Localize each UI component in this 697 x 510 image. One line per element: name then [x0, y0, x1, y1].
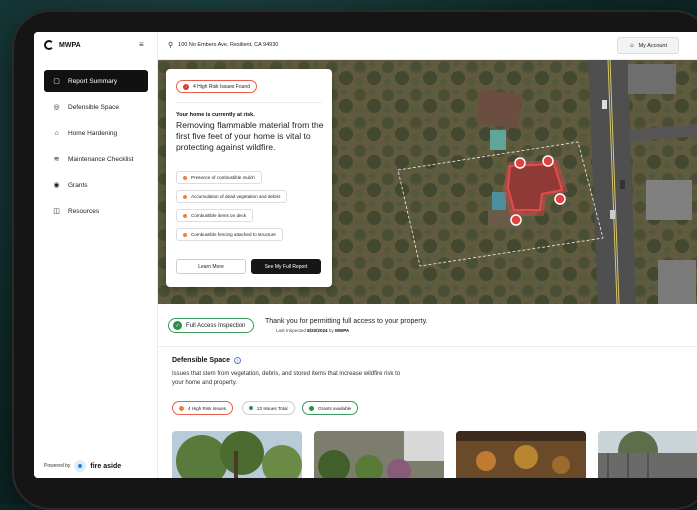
sidebar-item-label: Report Summary	[68, 77, 118, 85]
brand-logo-icon	[44, 40, 54, 50]
issue-item: Combustible items on deck	[176, 209, 254, 222]
warning-dot-icon	[183, 175, 187, 180]
sidebar-item-resources[interactable]: ◫ Resources	[44, 200, 148, 222]
top-header: ⚲ 100 No Embers Ave, Resilient, CA 94930…	[158, 32, 697, 60]
my-account-label: My Account	[638, 42, 668, 49]
photo-thumbnail[interactable]	[598, 431, 697, 478]
full-access-badge: ✓ Full Access Inspection	[168, 318, 255, 333]
chip-label: 22 Issues Total	[257, 405, 288, 411]
brand-name: MWPA	[59, 41, 81, 49]
sidebar-item-grants[interactable]: ◉ Grants	[44, 174, 148, 196]
brand[interactable]: MWPA	[44, 40, 81, 50]
sidebar-item-label: Home Hardening	[68, 129, 118, 137]
my-account-button[interactable]: ☺ My Account	[617, 37, 679, 54]
sidebar-item-label: Maintenance Checklist	[68, 155, 134, 163]
document-icon: ▢	[53, 78, 60, 85]
powered-by: Powered by fire aside	[44, 460, 121, 472]
grant-badge-icon	[309, 405, 314, 411]
fence-photo	[598, 431, 697, 478]
risk-summary-card: ! 4 High Risk Issues Found Your home is …	[166, 69, 332, 287]
issue-label: Combustible items on deck	[191, 213, 247, 218]
chip-grants-available[interactable]: Grants available	[302, 401, 359, 415]
risk-marker[interactable]	[542, 155, 554, 167]
chip-high-risk[interactable]: 4 High Risk Issues	[172, 401, 234, 415]
fire-aside-logo-icon	[74, 460, 87, 472]
learn-more-button[interactable]: Learn More	[176, 259, 246, 274]
risk-marker[interactable]	[554, 193, 566, 205]
sliders-icon: ≋	[53, 156, 60, 163]
photo-thumbnail[interactable]	[172, 431, 302, 478]
check-icon: ✓	[173, 321, 182, 330]
high-risk-badge-label: 4 High Risk Issues Found	[193, 83, 250, 90]
sidebar-item-report-summary[interactable]: ▢ Report Summary	[44, 70, 148, 92]
risk-marker[interactable]	[514, 157, 526, 169]
target-icon: ◎	[53, 104, 60, 111]
warning-dot-icon	[183, 213, 187, 218]
issue-label: Combustible fencing attached to structur…	[191, 232, 276, 237]
chip-label: Grants available	[318, 405, 352, 411]
sidebar: MWPA ≡ ▢ Report Summary ◎ Defensible Spa…	[34, 32, 158, 478]
access-title: Thank you for permitting full access to …	[265, 318, 428, 325]
issue-item: Combustible fencing attached to structur…	[176, 228, 283, 241]
green-dot-icon	[249, 406, 253, 410]
sidebar-item-maintenance-checklist[interactable]: ≋ Maintenance Checklist	[44, 148, 148, 170]
shrubs-photo	[314, 431, 444, 478]
issue-item: Accumulation of dead vegetation and debr…	[176, 190, 288, 203]
inspector-name: MWPA	[335, 328, 350, 333]
chip-label: 4 High Risk Issues	[188, 405, 227, 411]
risk-headline: Removing flammable material from the fir…	[176, 120, 324, 152]
photo-thumbnail[interactable]	[456, 431, 586, 478]
partner-name: fire aside	[90, 462, 122, 470]
sidebar-item-label: Grants	[68, 181, 88, 189]
house-icon: ⌂	[54, 129, 59, 137]
alert-icon: !	[183, 83, 189, 90]
chip-issues-total[interactable]: 22 Issues Total	[242, 401, 295, 415]
powered-by-label: Powered by	[44, 463, 71, 469]
photo-thumbnail[interactable]	[314, 431, 444, 478]
inspected-by-prefix: by	[328, 328, 334, 333]
tree-photo	[172, 431, 302, 478]
access-banner: ✓ Full Access Inspection Thank you for p…	[158, 304, 697, 347]
app-screen: MWPA ≡ ▢ Report Summary ◎ Defensible Spa…	[34, 32, 697, 478]
divider	[176, 102, 322, 103]
leaves-photo	[456, 431, 586, 478]
last-inspected-prefix: Last Inspected	[276, 328, 306, 333]
last-inspected-date: 8/20/2024	[307, 328, 328, 333]
sidebar-nav: ▢ Report Summary ◎ Defensible Space ⌂ Ho…	[44, 70, 148, 226]
defensible-space-title: Defensible Space	[172, 357, 230, 364]
see-full-report-button[interactable]: See My Full Report	[251, 259, 321, 274]
info-icon[interactable]: ?	[233, 357, 241, 364]
coin-icon: ◉	[53, 182, 60, 189]
collapse-sidebar-icon[interactable]: ≡	[139, 40, 144, 49]
sidebar-item-label: Defensible Space	[68, 103, 119, 111]
book-icon: ◫	[53, 208, 60, 215]
issue-label: Accumulation of dead vegetation and debr…	[191, 194, 281, 199]
high-risk-badge: ! 4 High Risk Issues Found	[176, 80, 257, 93]
sidebar-item-label: Resources	[68, 207, 100, 215]
defensible-space-heading: Defensible Space ?	[172, 357, 241, 364]
sidebar-item-home-hardening[interactable]: ⌂ Home Hardening	[44, 122, 148, 144]
defensible-space-description: Issues that stem from vegetation, debris…	[172, 371, 401, 386]
risk-marker[interactable]	[510, 214, 522, 226]
full-access-label: Full Access Inspection	[186, 322, 246, 329]
property-address: ⚲ 100 No Embers Ave, Resilient, CA 94930	[168, 41, 278, 49]
orange-dot-icon	[179, 405, 184, 411]
address-text: 100 No Embers Ave, Resilient, CA 94930	[178, 42, 279, 48]
risk-status: Your home is currently at risk.	[176, 112, 255, 118]
warning-dot-icon	[183, 194, 187, 199]
warning-dot-icon	[183, 232, 187, 237]
issue-item: Presence of combustible mulch	[176, 171, 262, 184]
issue-label: Presence of combustible mulch	[191, 175, 255, 180]
last-inspected: Last Inspected 8/20/2024 by MWPA	[276, 328, 349, 333]
sidebar-item-defensible-space[interactable]: ◎ Defensible Space	[44, 96, 148, 118]
location-pin-icon: ⚲	[168, 42, 174, 49]
user-circle-icon: ☺	[628, 42, 635, 49]
